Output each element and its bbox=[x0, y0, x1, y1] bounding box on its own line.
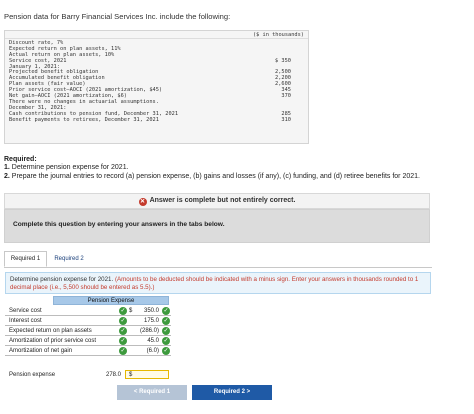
check-icon: ✓ bbox=[119, 317, 127, 325]
pension-data-box: ($ in thousands) Discount rate, 7% Expec… bbox=[4, 30, 309, 144]
requirement-2: Prepare the journal entries to record (a… bbox=[11, 172, 420, 180]
table-row: Service cost ✓ $ 350.0 ✓ bbox=[5, 306, 171, 316]
next-button[interactable]: Required 2 > bbox=[192, 385, 272, 400]
answer-status-text: Answer is complete but not entirely corr… bbox=[149, 197, 296, 204]
intro-text: Pension data for Barry Financial Service… bbox=[4, 12, 231, 21]
table-row: Interest cost ✓ 175.0 ✓ bbox=[5, 316, 171, 326]
requirements: Required: 1. Determine pension expense f… bbox=[4, 156, 420, 180]
incorrect-icon: ✕ bbox=[138, 198, 147, 206]
check-icon: ✓ bbox=[119, 337, 127, 345]
check-icon: ✓ bbox=[119, 307, 127, 315]
table-row: Amortization of prior service cost ✓ 45.… bbox=[5, 336, 171, 346]
units-label: ($ in thousands) bbox=[252, 32, 304, 38]
amount-input[interactable]: 175.0 bbox=[144, 316, 159, 326]
tab-panel: Determine pension expense for 2021. (Amo… bbox=[4, 267, 432, 412]
required-title: Required: bbox=[4, 156, 37, 163]
data-lines: Discount rate, 7% Expected return on pla… bbox=[9, 40, 305, 123]
check-icon: ✓ bbox=[119, 347, 127, 355]
check-icon: ✓ bbox=[162, 347, 170, 355]
check-icon: ✓ bbox=[162, 337, 170, 345]
amount-input[interactable]: 45.0 bbox=[147, 336, 159, 346]
instructions-box: Complete this question by entering your … bbox=[4, 209, 430, 243]
check-icon: ✓ bbox=[162, 307, 170, 315]
table-header: Pension Expense bbox=[53, 296, 169, 305]
tab-required-1[interactable]: Required 1 bbox=[4, 251, 47, 267]
previous-button[interactable]: < Required 1 bbox=[117, 385, 187, 400]
instructions-text: Complete this question by entering your … bbox=[13, 221, 225, 228]
question-instructions: Determine pension expense for 2021. (Amo… bbox=[5, 272, 431, 294]
check-icon: ✓ bbox=[162, 327, 170, 335]
requirement-1: Determine pension expense for 2021. bbox=[11, 164, 129, 172]
answer-status-banner: ✕ Answer is complete but not entirely cor… bbox=[4, 193, 430, 209]
table-row: Expected return on plan assets ✓ (286.0)… bbox=[5, 326, 171, 336]
table-row: Amortization of net gain ✓ (6.0) ✓ bbox=[5, 346, 171, 356]
instruction-main: Determine pension expense for 2021. bbox=[10, 276, 114, 283]
tab-required-2[interactable]: Required 2 bbox=[49, 251, 89, 267]
amount-input[interactable]: (6.0) bbox=[147, 346, 159, 356]
amount-input[interactable]: (286.0) bbox=[140, 326, 159, 336]
total-amount: 278.0 bbox=[105, 372, 121, 378]
data-header-bar: ($ in thousands) bbox=[5, 31, 308, 39]
check-icon: ✓ bbox=[162, 317, 170, 325]
amount-input[interactable]: 350.0 bbox=[144, 306, 159, 316]
data-line: Benefit payments to retirees, December 3… bbox=[9, 116, 291, 123]
total-row: Pension expense $ 278.0 bbox=[5, 370, 171, 380]
check-icon: ✓ bbox=[119, 327, 127, 335]
